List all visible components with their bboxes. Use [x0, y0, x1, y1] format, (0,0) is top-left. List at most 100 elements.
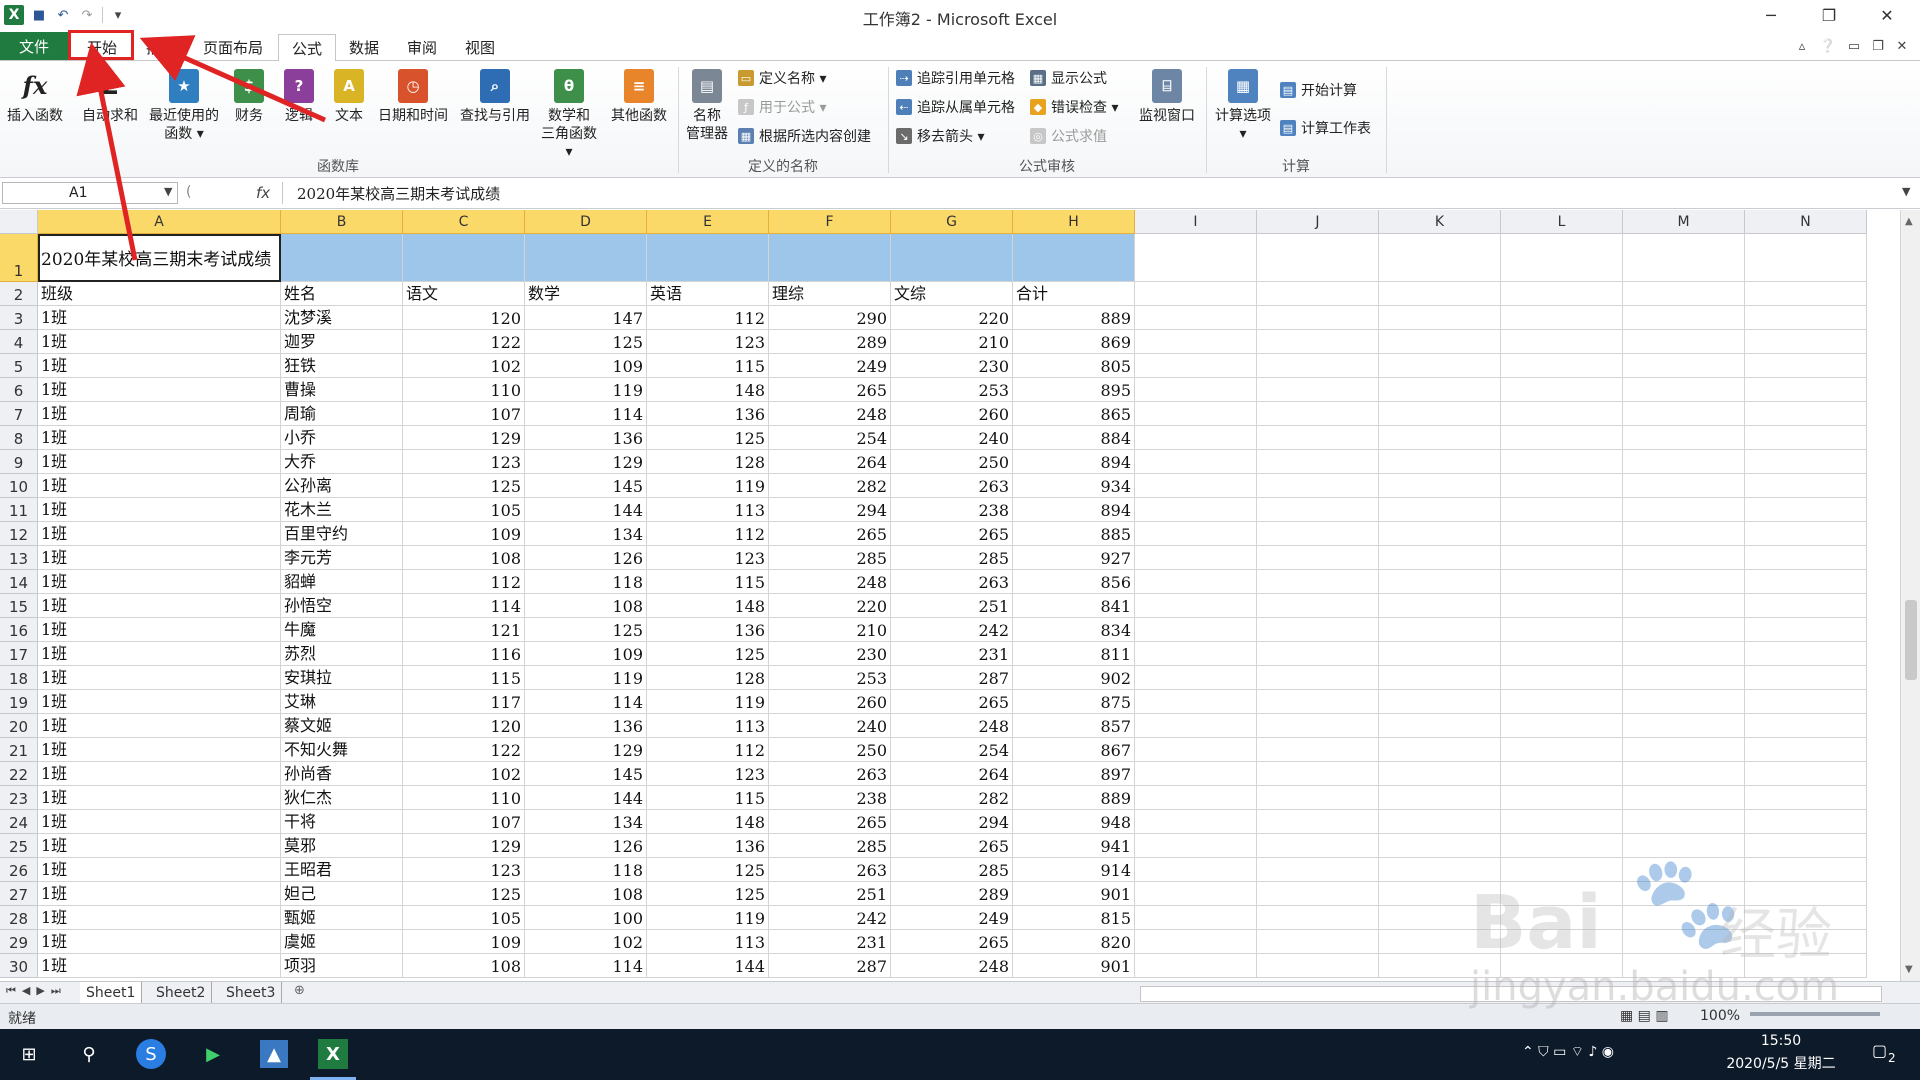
cell[interactable]: 1班 [38, 738, 281, 762]
cell[interactable] [1745, 330, 1867, 354]
cell[interactable]: 144 [525, 498, 647, 522]
tab-view[interactable]: 视图 [456, 34, 504, 60]
cell[interactable] [1501, 402, 1623, 426]
cell[interactable]: 119 [525, 378, 647, 402]
cell[interactable]: 108 [403, 954, 525, 978]
zoom-slider[interactable] [1750, 1012, 1880, 1016]
cell[interactable] [1745, 306, 1867, 330]
cell[interactable]: 254 [891, 738, 1013, 762]
cell[interactable] [1623, 954, 1745, 978]
cell[interactable]: 119 [647, 474, 769, 498]
cell[interactable] [1379, 834, 1501, 858]
cell[interactable] [1135, 690, 1257, 714]
row-header[interactable]: 25 [0, 834, 38, 858]
column-header-K[interactable]: K [1379, 210, 1501, 234]
cell[interactable]: 109 [403, 522, 525, 546]
close-button[interactable]: ✕ [1864, 2, 1910, 28]
cell[interactable]: 901 [1013, 882, 1135, 906]
cell[interactable] [1745, 810, 1867, 834]
cell[interactable] [1501, 666, 1623, 690]
cell[interactable]: 125 [647, 642, 769, 666]
cell[interactable] [1379, 426, 1501, 450]
cell[interactable] [1135, 786, 1257, 810]
cell[interactable] [1745, 546, 1867, 570]
cell[interactable]: 1班 [38, 426, 281, 450]
cell[interactable] [1379, 738, 1501, 762]
cell[interactable] [1745, 714, 1867, 738]
row-header[interactable]: 22 [0, 762, 38, 786]
cell[interactable] [1257, 546, 1379, 570]
cell[interactable] [281, 234, 403, 282]
row-header[interactable]: 15 [0, 594, 38, 618]
cell[interactable]: 285 [891, 858, 1013, 882]
cell[interactable]: 897 [1013, 762, 1135, 786]
cell[interactable] [1745, 594, 1867, 618]
cell[interactable] [1379, 666, 1501, 690]
cell[interactable]: 885 [1013, 522, 1135, 546]
cell[interactable]: 145 [525, 762, 647, 786]
cell[interactable] [1135, 930, 1257, 954]
cell[interactable] [1257, 930, 1379, 954]
tab-formulas[interactable]: 公式 [278, 34, 336, 62]
excel-taskbar-icon[interactable]: X [318, 1039, 348, 1069]
cell[interactable] [1135, 354, 1257, 378]
cell[interactable] [1623, 522, 1745, 546]
cell[interactable]: 285 [769, 546, 891, 570]
name-box[interactable]: A1 [2, 182, 178, 204]
cell[interactable]: 841 [1013, 594, 1135, 618]
cell[interactable]: 周瑜 [281, 402, 403, 426]
cell[interactable] [1501, 858, 1623, 882]
cell[interactable] [1501, 498, 1623, 522]
cell[interactable] [1501, 330, 1623, 354]
browser-icon[interactable]: S [136, 1039, 166, 1069]
cell[interactable]: 109 [525, 354, 647, 378]
search-icon[interactable]: ⚲ [72, 1037, 106, 1071]
cell[interactable] [1135, 762, 1257, 786]
trace-dependents-button[interactable]: ⇠ 追踪从属单元格 [896, 96, 1015, 118]
row-header[interactable]: 29 [0, 930, 38, 954]
cell[interactable] [1745, 522, 1867, 546]
cell[interactable]: 901 [1013, 954, 1135, 978]
cell[interactable] [1745, 570, 1867, 594]
cell[interactable] [1745, 498, 1867, 522]
cell[interactable] [1623, 234, 1745, 282]
cell[interactable]: 231 [891, 642, 1013, 666]
cell[interactable]: 889 [1013, 786, 1135, 810]
cell[interactable]: 265 [891, 690, 1013, 714]
row-header[interactable]: 2 [0, 282, 38, 306]
cell[interactable] [1135, 954, 1257, 978]
cell[interactable] [1257, 738, 1379, 762]
tab-insert[interactable]: 插入 [136, 34, 186, 60]
cell[interactable] [1257, 354, 1379, 378]
sheet-tab-1[interactable]: Sheet1 [80, 982, 143, 1003]
recent-functions-button[interactable]: ★ 最近使用的 函数 ▾ [146, 69, 222, 143]
cell[interactable]: 125 [403, 882, 525, 906]
cell[interactable]: 249 [891, 906, 1013, 930]
cell[interactable]: 1班 [38, 762, 281, 786]
column-header-I[interactable]: I [1135, 210, 1257, 234]
cell[interactable]: 105 [403, 498, 525, 522]
cell[interactable]: 134 [525, 810, 647, 834]
cell[interactable]: 102 [403, 354, 525, 378]
cell[interactable]: 曹操 [281, 378, 403, 402]
title-cell[interactable]: 2020年某校高三期末考试成绩 [38, 234, 281, 282]
cell[interactable]: 1班 [38, 834, 281, 858]
cell[interactable]: 248 [891, 714, 1013, 738]
row-header[interactable]: 13 [0, 546, 38, 570]
cell[interactable] [1623, 882, 1745, 906]
row-header[interactable]: 7 [0, 402, 38, 426]
row-header[interactable]: 30 [0, 954, 38, 978]
cell[interactable] [1379, 858, 1501, 882]
cell[interactable] [1257, 666, 1379, 690]
use-in-formula-button[interactable]: ƒ 用于公式 ▾ [738, 96, 826, 118]
cell[interactable] [1135, 378, 1257, 402]
cell[interactable]: 蔡文姬 [281, 714, 403, 738]
cell[interactable]: 112 [647, 306, 769, 330]
cell[interactable]: 148 [647, 594, 769, 618]
cell[interactable]: 894 [1013, 498, 1135, 522]
cell[interactable] [1745, 906, 1867, 930]
cell[interactable]: 109 [525, 642, 647, 666]
cell[interactable]: 927 [1013, 546, 1135, 570]
cell[interactable] [1623, 930, 1745, 954]
tab-data[interactable]: 数据 [340, 34, 388, 60]
